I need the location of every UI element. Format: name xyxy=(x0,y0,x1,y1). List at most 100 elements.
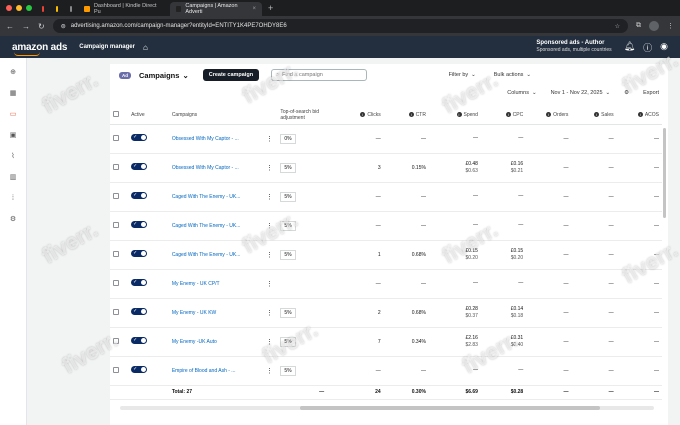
col-active[interactable]: Active xyxy=(128,106,169,125)
col-cpc[interactable]: i CPC xyxy=(480,106,527,125)
bid-adjustment-input[interactable]: 5% xyxy=(280,220,296,231)
active-cell[interactable]: ✓ xyxy=(128,153,169,183)
notifications-bell-icon[interactable]: 🔔︎ xyxy=(624,41,635,54)
row-select-cell[interactable] xyxy=(110,124,129,154)
new-tab-icon[interactable]: + xyxy=(262,3,279,13)
active-toggle[interactable]: ✓ xyxy=(131,337,148,344)
campaign-name-link[interactable]: Obsessed With My Captor - ... xyxy=(168,124,262,154)
active-toggle[interactable]: ✓ xyxy=(131,279,148,286)
active-toggle[interactable]: ✓ xyxy=(131,134,148,141)
bid-cell[interactable]: 5% xyxy=(277,298,328,328)
campaign-name-link[interactable]: Empire of Blood and Ash - ... xyxy=(168,356,262,386)
col-ctr[interactable]: i CTR xyxy=(383,106,429,125)
table-row[interactable]: ✓ Obsessed With My Captor - ... ⋮ 5% 3 0… xyxy=(110,153,662,183)
col-acos[interactable]: i ACOS xyxy=(616,106,662,125)
pinned-tab-amazon[interactable] xyxy=(64,2,78,16)
row-select-cell[interactable] xyxy=(110,182,129,212)
creative-icon[interactable]: ▣ xyxy=(8,131,18,141)
reload-icon[interactable]: ↻ xyxy=(38,22,45,31)
help-icon[interactable]: ⓘ xyxy=(643,41,652,54)
row-checkbox[interactable] xyxy=(113,366,119,373)
campaign-name-link[interactable]: Caged With The Enemy - UK... xyxy=(168,211,262,241)
row-checkbox[interactable] xyxy=(113,192,119,199)
active-toggle[interactable]: ✓ xyxy=(131,366,148,373)
bid-adjustment-input[interactable]: 5% xyxy=(280,365,296,376)
home-icon[interactable]: ⌂ xyxy=(143,43,148,52)
row-actions-kebab-icon[interactable]: ⋮ xyxy=(261,356,278,386)
apps-icon[interactable]: ⁞ xyxy=(8,194,18,204)
table-row[interactable]: ✓ My Enemy - UK KW ⋮ 5% 2 0.68% £0.28 $0.… xyxy=(110,298,662,328)
active-toggle[interactable]: ✓ xyxy=(131,192,148,199)
tab-campaigns[interactable]: Campaigns | Amazon Adverti × xyxy=(170,2,262,16)
table-row[interactable]: ✓ My Enemy - UK CP/T ⋮ — — — — — — — xyxy=(110,269,662,299)
row-select-cell[interactable] xyxy=(110,269,129,299)
row-select-cell[interactable] xyxy=(110,327,129,357)
tab-kdp-dashboard[interactable]: Dashboard | Kindle Direct Pu xyxy=(78,2,170,16)
active-cell[interactable]: ✓ xyxy=(128,240,169,270)
bid-cell[interactable]: 5% xyxy=(277,327,328,357)
row-checkbox[interactable] xyxy=(113,279,119,286)
select-all-checkbox[interactable] xyxy=(113,110,119,117)
bid-cell[interactable]: 5% xyxy=(277,153,328,183)
row-actions-kebab-icon[interactable]: ⋮ xyxy=(261,153,278,183)
row-select-cell[interactable] xyxy=(110,240,129,270)
campaign-name-link[interactable]: Caged With The Enemy - UK... xyxy=(168,182,262,212)
columns-dropdown[interactable]: Columns ⌄ xyxy=(507,90,536,96)
table-row[interactable]: ✓ Caged With The Enemy - UK... ⋮ 5% — — … xyxy=(110,211,662,241)
table-row[interactable]: ✓ Caged With The Enemy - UK... ⋮ 5% 1 0.… xyxy=(110,240,662,270)
col-orders[interactable]: i Orders xyxy=(526,106,572,125)
campaign-name-link[interactable]: My Enemy - UK KW xyxy=(168,298,262,328)
table-settings-icon[interactable]: ⚙︎ xyxy=(624,90,629,96)
row-actions-kebab-icon[interactable]: ⋮ xyxy=(261,182,278,212)
back-icon[interactable]: ← xyxy=(6,22,14,31)
table-row[interactable]: ✓ Obsessed With My Captor - ... ⋮ 0% — —… xyxy=(110,124,662,154)
bid-cell[interactable]: 5% xyxy=(277,211,328,241)
extensions-icon[interactable]: ⧉ xyxy=(636,22,641,30)
close-tab-icon[interactable]: × xyxy=(252,6,256,12)
row-checkbox[interactable] xyxy=(113,221,119,228)
minimize-window-icon[interactable] xyxy=(16,5,22,11)
horizontal-scrollbar[interactable] xyxy=(120,406,654,410)
bid-adjustment-input[interactable]: 5% xyxy=(280,307,296,318)
row-actions-kebab-icon[interactable]: ⋮ xyxy=(261,124,278,154)
row-actions-kebab-icon[interactable]: ⋮ xyxy=(261,240,278,270)
campaign-name-link[interactable]: Caged With The Enemy - UK... xyxy=(168,240,262,270)
active-cell[interactable]: ✓ xyxy=(128,269,169,299)
bid-adjustment-input[interactable]: 5% xyxy=(280,336,296,347)
bid-cell[interactable]: 5% xyxy=(277,240,328,270)
active-toggle[interactable]: ✓ xyxy=(131,163,148,170)
row-checkbox[interactable] xyxy=(113,337,119,344)
active-cell[interactable]: ✓ xyxy=(128,298,169,328)
settings-icon[interactable]: ⚙︎ xyxy=(8,215,18,225)
campaigns-icon[interactable]: ▭ xyxy=(8,110,18,120)
forward-icon[interactable]: → xyxy=(22,22,30,31)
browser-menu-icon[interactable]: ⋮ xyxy=(667,22,674,30)
row-select-cell[interactable] xyxy=(110,153,129,183)
active-cell[interactable]: ✓ xyxy=(128,327,169,357)
date-range-picker[interactable]: Nov 1 - Nov 22, 2025 ⌄ xyxy=(551,90,611,96)
col-bid[interactable]: Top-of-search bid adjustment xyxy=(277,106,328,125)
create-campaign-button[interactable]: Create campaign xyxy=(202,69,260,81)
active-cell[interactable]: ✓ xyxy=(128,124,169,154)
pinned-tab-mail[interactable] xyxy=(36,2,50,16)
user-account-icon[interactable]: ◉ xyxy=(660,41,668,54)
row-actions-kebab-icon[interactable]: ⋮ xyxy=(261,269,278,299)
bid-cell[interactable] xyxy=(277,269,328,299)
select-all-cell[interactable] xyxy=(110,106,129,125)
table-row[interactable]: ✓ Caged With The Enemy - UK... ⋮ 5% — — … xyxy=(110,182,662,212)
bid-adjustment-input[interactable]: 5% xyxy=(280,191,296,202)
table-row[interactable]: ✓ Empire of Blood and Ash - ... ⋮ 5% — —… xyxy=(110,356,662,386)
maximize-window-icon[interactable] xyxy=(26,5,32,11)
bid-cell[interactable]: 5% xyxy=(277,182,328,212)
bid-adjustment-input[interactable]: 5% xyxy=(280,249,296,260)
campaigns-dropdown[interactable]: Campaigns ⌄ xyxy=(139,71,189,80)
account-switcher[interactable]: Sponsored ads - Author Sponsored ads, mu… xyxy=(536,40,611,54)
col-sales[interactable]: i Sales xyxy=(571,106,617,125)
row-checkbox[interactable] xyxy=(113,163,119,170)
campaign-name-link[interactable]: My Enemy -UK Auto xyxy=(168,327,262,357)
url-field[interactable]: ⊜ advertising.amazon.com/campaign-manage… xyxy=(52,19,628,33)
active-toggle[interactable]: ✓ xyxy=(131,250,148,257)
active-cell[interactable]: ✓ xyxy=(128,211,169,241)
row-actions-kebab-icon[interactable]: ⋮ xyxy=(261,211,278,241)
col-campaigns[interactable]: Campaigns xyxy=(168,106,262,125)
